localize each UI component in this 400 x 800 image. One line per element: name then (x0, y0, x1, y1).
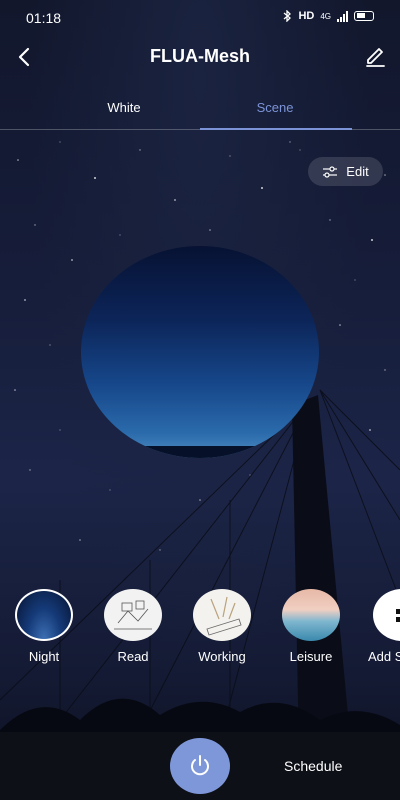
grid-icon (395, 608, 400, 622)
power-icon (191, 755, 209, 776)
working-image (206, 596, 242, 636)
scene-read[interactable]: Read (102, 589, 164, 664)
add-scene-thumbnail (373, 589, 400, 641)
scene-add[interactable]: Add S (366, 589, 400, 664)
tab-scene[interactable]: Scene (200, 100, 350, 115)
scene-leisure-thumbnail (282, 589, 340, 641)
signal-icon (337, 10, 348, 22)
status-time: 01:18 (26, 10, 62, 26)
preview-horizon (81, 446, 319, 458)
scene-leisure-label: Leisure (289, 649, 333, 664)
tab-indicator (200, 128, 352, 130)
page-title: FLUA-Mesh (150, 46, 250, 66)
edit-scenes-button[interactable]: Edit (308, 157, 383, 186)
tab-white[interactable]: White (49, 100, 199, 115)
read-image (114, 600, 152, 630)
scene-preview-image (81, 246, 319, 458)
edit-label: Edit (346, 164, 369, 179)
scene-screen: 01:18 HD 4G FLUA-Mesh White Scene Edit N… (0, 0, 400, 800)
sliders-icon (323, 165, 338, 178)
hd-badge: HD (298, 10, 315, 22)
status-icons: HD 4G (282, 10, 374, 22)
scene-add-label: Add S (368, 649, 400, 664)
scene-night-thumbnail (15, 589, 73, 641)
scene-working[interactable]: Working (191, 589, 253, 664)
battery-icon (354, 11, 374, 21)
status-bar: 01:18 HD 4G (0, 0, 400, 34)
edit-device-button[interactable] (360, 42, 390, 72)
scene-night[interactable]: Night (13, 589, 75, 664)
mode-tabs: White Scene (0, 84, 400, 130)
schedule-button[interactable]: Schedule (284, 758, 342, 774)
scene-night-label: Night (28, 649, 60, 664)
scene-read-thumbnail (104, 589, 162, 641)
pencil-icon (366, 48, 385, 67)
header: FLUA-Mesh (0, 34, 400, 80)
scene-read-label: Read (117, 649, 149, 664)
scene-leisure[interactable]: Leisure (280, 589, 342, 664)
bluetooth-icon (284, 10, 292, 22)
scene-working-label: Working (198, 649, 246, 664)
scene-working-thumbnail (193, 589, 251, 641)
network-type: 4G (320, 11, 331, 21)
power-button[interactable] (170, 738, 230, 794)
